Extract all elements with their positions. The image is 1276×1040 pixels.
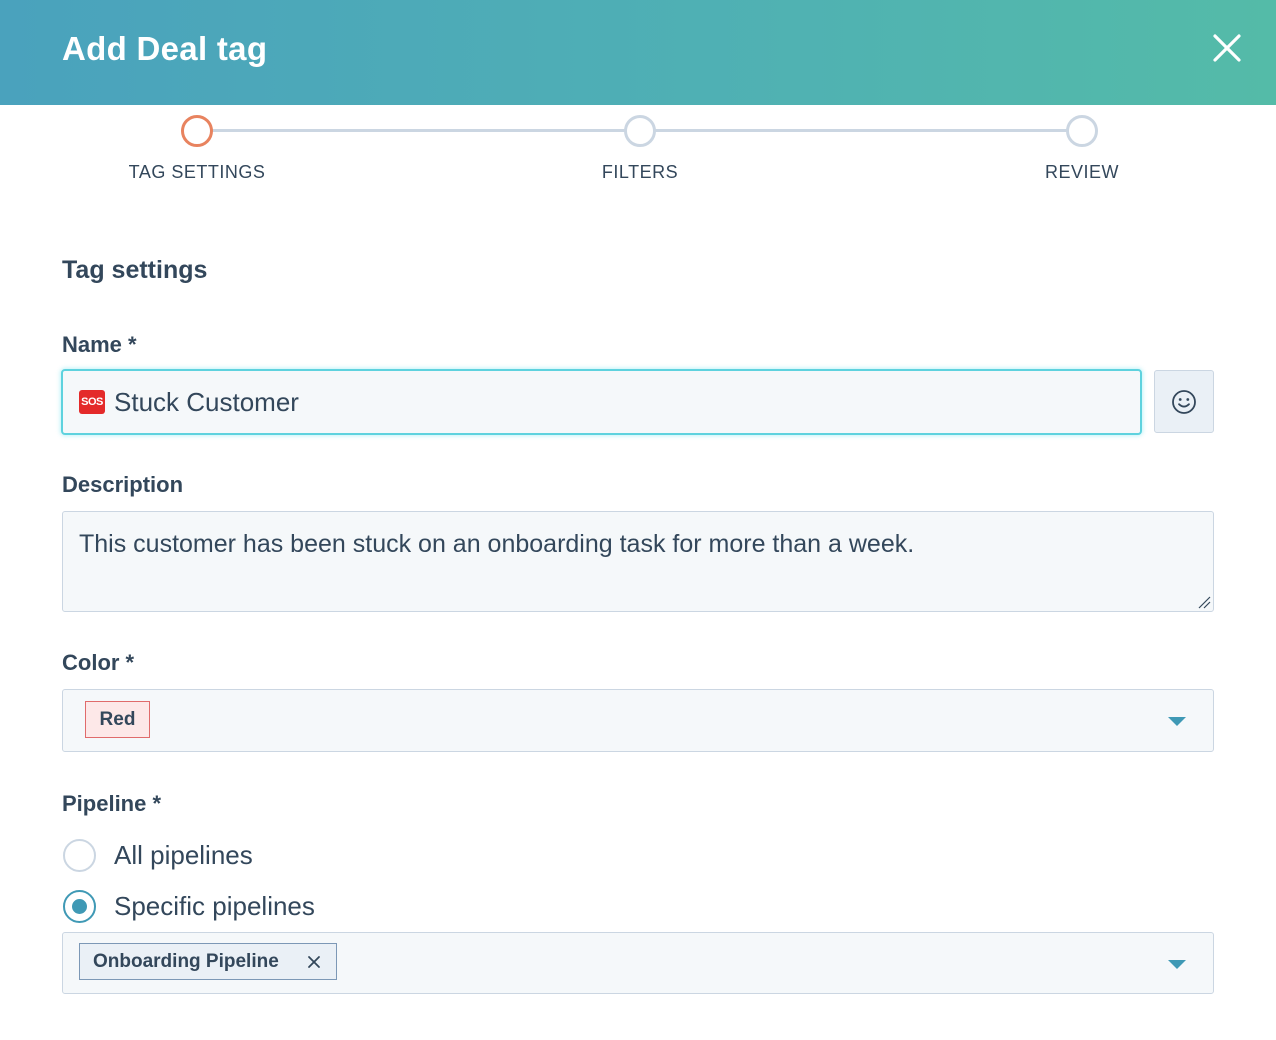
radio-label: Specific pipelines — [114, 891, 315, 921]
radio-all-pipelines[interactable]: All pipelines — [63, 839, 253, 872]
step-label-tag-settings[interactable]: TAG SETTINGS — [129, 162, 266, 183]
description-value: This customer has been stuck on an onboa… — [79, 530, 915, 558]
step-dot-review[interactable] — [1066, 115, 1098, 147]
section-title: Tag settings — [62, 256, 208, 284]
caret-down-icon — [1168, 717, 1186, 726]
color-label: Color * — [62, 650, 135, 675]
progress-stepper: TAG SETTINGS FILTERS REVIEW — [0, 105, 1276, 205]
modal-title: Add Deal tag — [62, 30, 268, 67]
step-dot-filters[interactable] — [624, 115, 656, 147]
emoji-picker-button[interactable] — [1154, 370, 1214, 433]
remove-x-icon[interactable] — [306, 954, 322, 970]
name-value: Stuck Customer — [114, 386, 299, 417]
pipeline-tag-label: Onboarding Pipeline — [93, 950, 279, 972]
step-label-filters[interactable]: FILTERS — [602, 162, 678, 183]
close-button[interactable] — [1206, 27, 1248, 69]
radio-button-checked[interactable] — [63, 890, 96, 923]
color-select[interactable]: Red — [62, 689, 1214, 752]
step-label-review[interactable]: REVIEW — [1045, 162, 1119, 183]
sos-emoji-icon: SOS — [79, 390, 105, 414]
color-tag-red: Red — [85, 701, 150, 738]
description-label: Description — [62, 472, 184, 497]
description-textarea[interactable]: This customer has been stuck on an onboa… — [62, 511, 1214, 612]
caret-down-icon — [1168, 960, 1186, 969]
name-label: Name * — [62, 332, 137, 357]
step-connector — [655, 129, 1069, 132]
radio-specific-pipelines[interactable]: Specific pipelines — [63, 890, 315, 923]
modal-header: Add Deal tag — [0, 0, 1276, 105]
pipeline-select[interactable]: Onboarding Pipeline — [62, 932, 1214, 994]
step-dot-tag-settings[interactable] — [181, 115, 213, 147]
name-input[interactable]: SOS Stuck Customer — [61, 369, 1142, 435]
radio-label: All pipelines — [114, 840, 253, 870]
smiley-icon — [1172, 389, 1196, 414]
resize-handle-icon[interactable] — [1197, 595, 1211, 609]
radio-button[interactable] — [63, 839, 96, 872]
pipeline-tag: Onboarding Pipeline — [79, 943, 337, 980]
pipeline-label: Pipeline * — [62, 791, 162, 816]
step-connector — [212, 129, 626, 132]
close-icon — [1213, 34, 1241, 62]
